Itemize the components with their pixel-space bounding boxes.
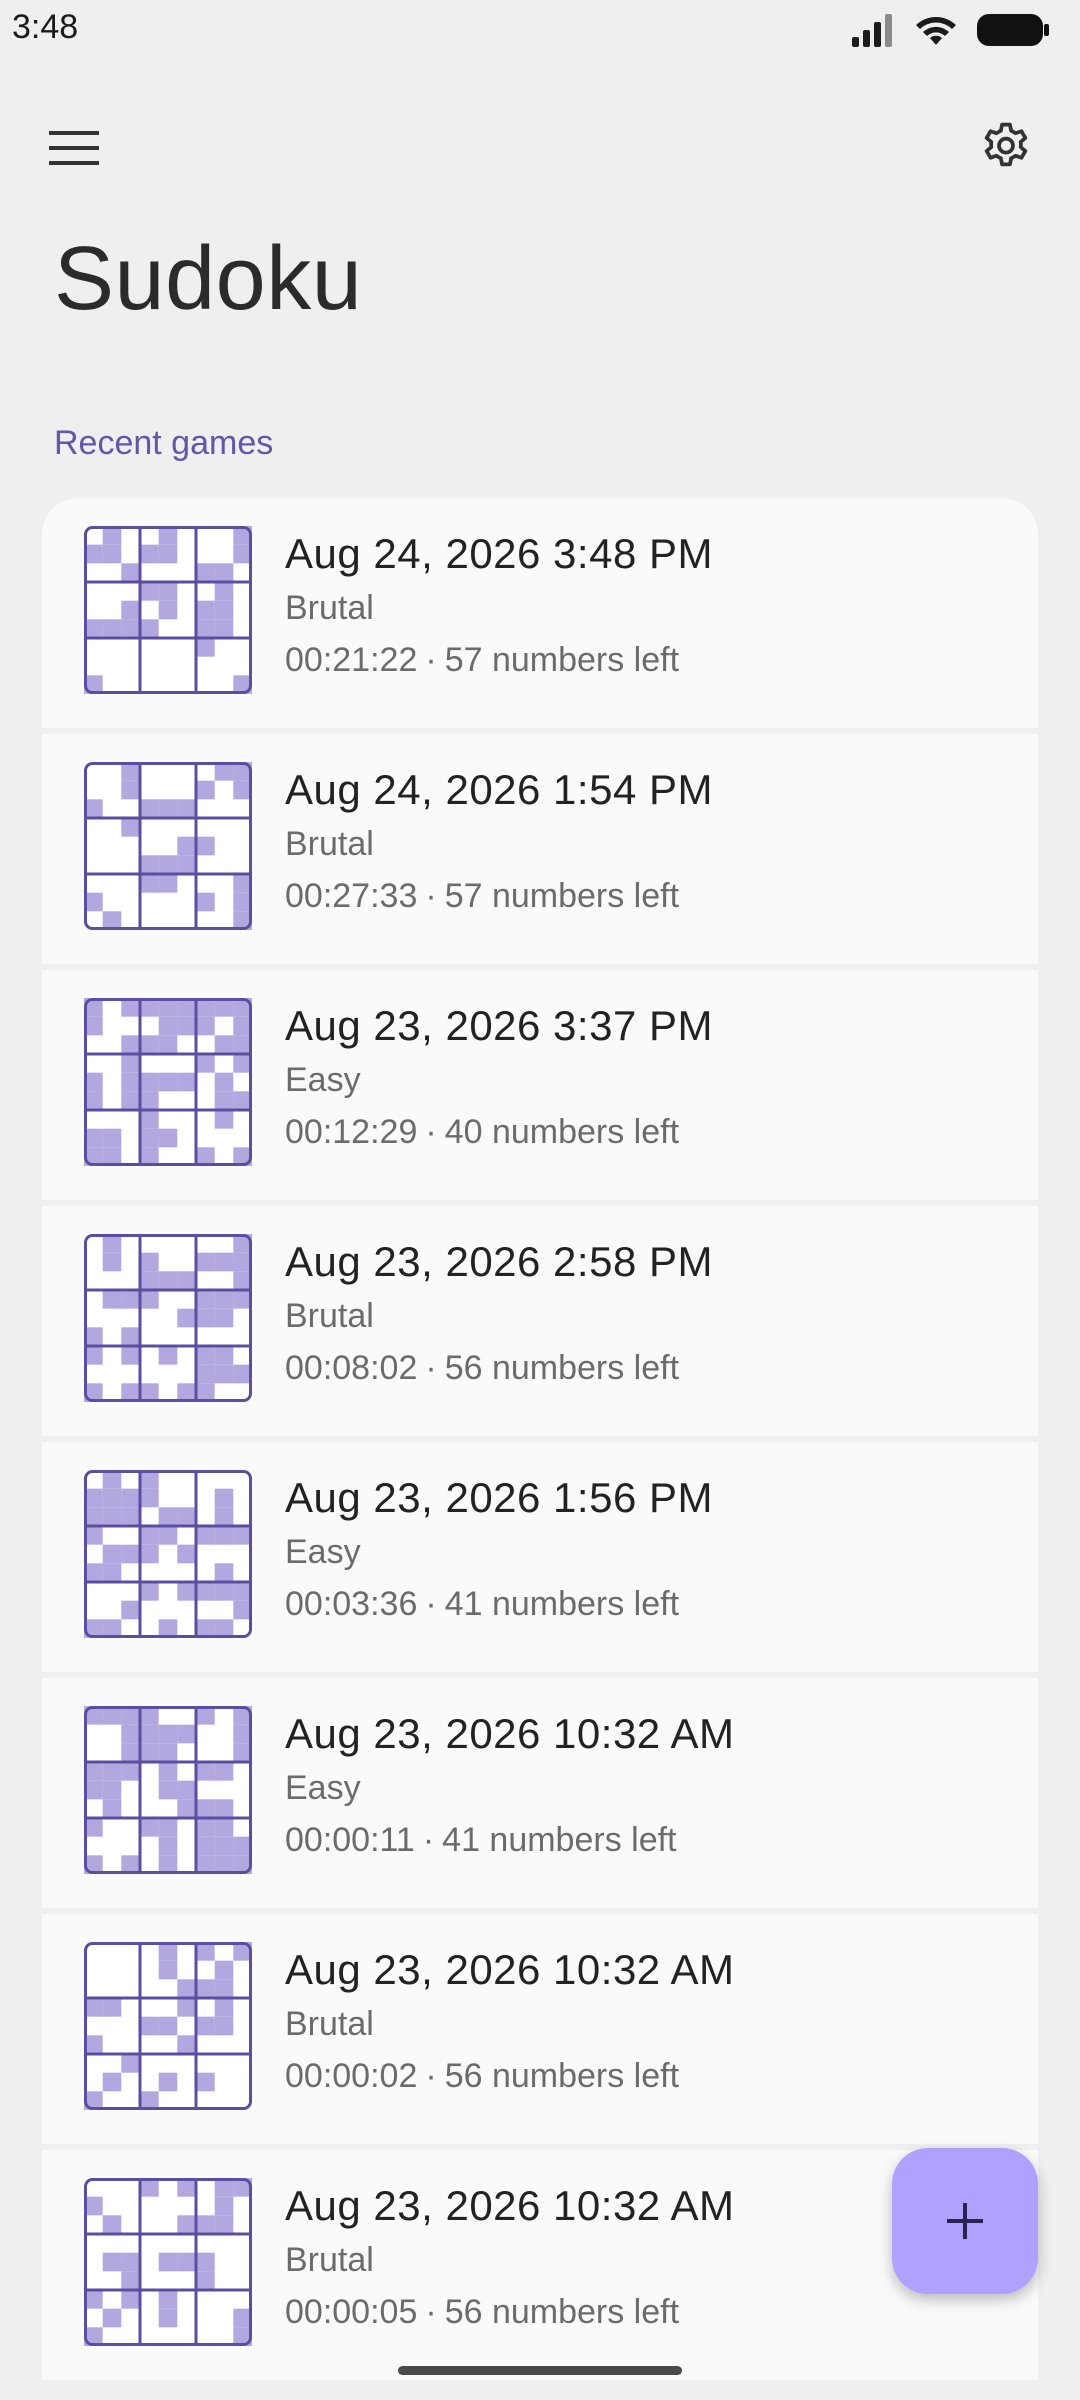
hamburger-menu-icon: [49, 131, 99, 165]
home-indicator: [398, 2366, 682, 2375]
game-difficulty: Brutal: [285, 825, 374, 863]
game-difficulty: Easy: [285, 1061, 361, 1099]
game-remaining: 40 numbers left: [444, 1113, 680, 1151]
game-date: Aug 24, 2026 1:54 PM: [285, 766, 713, 813]
game-remaining: 57 numbers left: [444, 877, 680, 915]
game-card[interactable]: Aug 24, 2026 1:54 PM Brutal 00:27:33 · 57 …: [42, 734, 1038, 964]
sudoku-thumbnail-icon: [84, 526, 252, 694]
battery-icon: [977, 14, 1049, 46]
page-title: Sudoku: [54, 229, 363, 329]
game-difficulty: Brutal: [285, 589, 374, 627]
sudoku-thumbnail-icon: [84, 1942, 252, 2110]
game-card[interactable]: Aug 23, 2026 2:58 PM Brutal 00:08:02 · 56 …: [42, 1206, 1038, 1436]
signal-icon: [852, 14, 892, 47]
game-date: Aug 24, 2026 3:48 PM: [285, 530, 713, 577]
game-time: 00:12:29: [285, 1113, 418, 1151]
sudoku-thumbnail-icon: [84, 1706, 252, 1874]
plus-icon: [947, 2203, 983, 2239]
game-date: Aug 23, 2026 3:37 PM: [285, 1002, 713, 1049]
separator: ·: [425, 877, 437, 915]
game-date: Aug 23, 2026 2:58 PM: [285, 1238, 713, 1285]
separator: ·: [422, 1821, 435, 1859]
recent-games-list: Aug 24, 2026 3:48 PM Brutal 00:21:22 · 57 …: [42, 498, 1038, 2386]
game-time: 00:00:05: [285, 2293, 418, 2331]
game-card[interactable]: Aug 23, 2026 10:32 AM Brutal 00:00:05 · 56…: [42, 2150, 1038, 2380]
separator: ·: [425, 1349, 437, 1387]
section-label-recent-games: Recent games: [54, 424, 274, 462]
new-game-button[interactable]: [892, 2148, 1038, 2294]
game-time: 00:21:22: [285, 641, 418, 679]
app-bar: [0, 100, 1080, 196]
game-remaining: 56 numbers left: [444, 1349, 680, 1387]
status-bar: 3:48: [0, 0, 1080, 60]
game-card[interactable]: Aug 23, 2026 10:32 AM Easy 00:00:11 · 41 n…: [42, 1678, 1038, 1908]
status-time: 3:48: [12, 8, 79, 46]
status-icons: [850, 10, 1050, 50]
sudoku-thumbnail-icon: [84, 2178, 252, 2346]
game-date: Aug 23, 2026 10:32 AM: [285, 1710, 735, 1757]
game-time: 00:03:36: [285, 1585, 418, 1623]
game-date: Aug 23, 2026 1:56 PM: [285, 1474, 713, 1521]
sudoku-thumbnail-icon: [84, 1234, 252, 1402]
game-time: 00:27:33: [285, 877, 418, 915]
game-card[interactable]: Aug 24, 2026 3:48 PM Brutal 00:21:22 · 57 …: [42, 498, 1038, 728]
settings-button[interactable]: [958, 100, 1054, 196]
game-difficulty: Brutal: [285, 2241, 374, 2279]
game-remaining: 56 numbers left: [444, 2293, 680, 2331]
game-difficulty: Brutal: [285, 1297, 374, 1335]
game-remaining: 41 numbers left: [442, 1821, 677, 1859]
game-time: 00:00:02: [285, 2057, 418, 2095]
game-difficulty: Brutal: [285, 2005, 374, 2043]
game-difficulty: Easy: [285, 1533, 361, 1571]
sudoku-thumbnail-icon: [84, 762, 252, 930]
game-time: 00:08:02: [285, 1349, 418, 1387]
game-time: 00:00:11: [285, 1821, 415, 1859]
game-difficulty: Easy: [285, 1769, 361, 1807]
game-card[interactable]: Aug 23, 2026 1:56 PM Easy 00:03:36 · 41 nu…: [42, 1442, 1038, 1672]
gear-icon: [984, 122, 1028, 167]
game-date: Aug 23, 2026 10:32 AM: [285, 1946, 735, 1993]
separator: ·: [425, 641, 437, 679]
separator: ·: [425, 1113, 437, 1151]
game-remaining: 41 numbers left: [444, 1585, 680, 1623]
wifi-icon: [916, 17, 956, 45]
separator: ·: [425, 2057, 437, 2095]
game-remaining: 56 numbers left: [444, 2057, 680, 2095]
sudoku-thumbnail-icon: [84, 998, 252, 1166]
separator: ·: [425, 2293, 437, 2331]
game-date: Aug 23, 2026 10:32 AM: [285, 2182, 735, 2229]
separator: ·: [425, 1585, 437, 1623]
game-remaining: 57 numbers left: [444, 641, 680, 679]
sudoku-thumbnail-icon: [84, 1470, 252, 1638]
menu-button[interactable]: [26, 100, 122, 196]
game-card[interactable]: Aug 23, 2026 10:32 AM Brutal 00:00:02 · 56…: [42, 1914, 1038, 2144]
game-card[interactable]: Aug 23, 2026 3:37 PM Easy 00:12:29 · 40 nu…: [42, 970, 1038, 1200]
